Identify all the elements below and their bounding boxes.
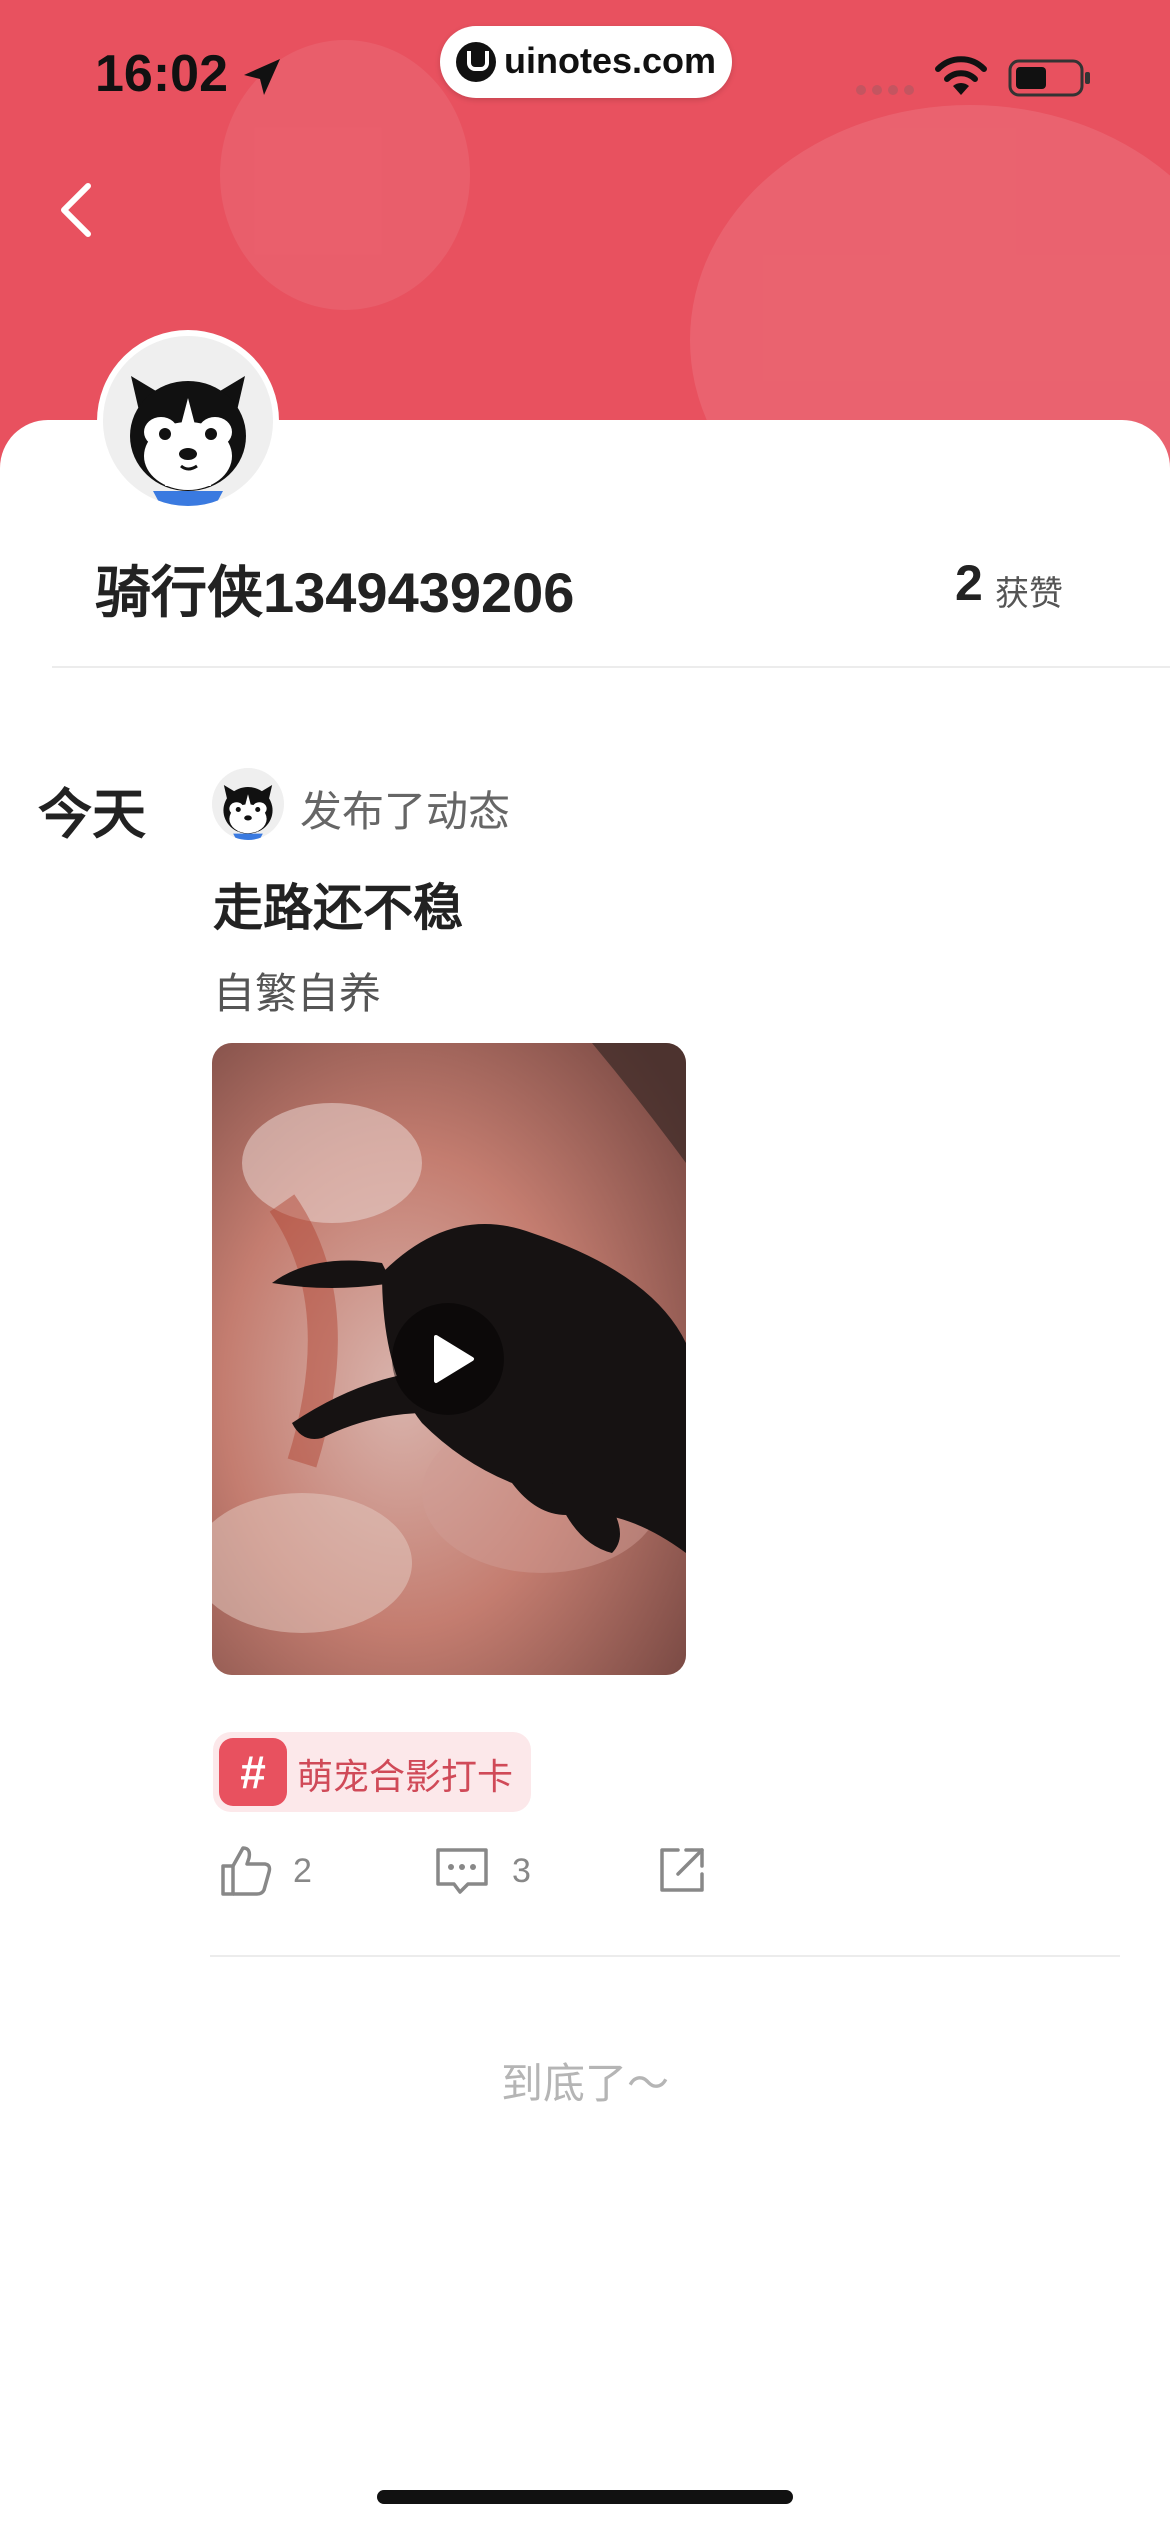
topic-tag[interactable]: # 萌宠合影打卡: [213, 1732, 531, 1812]
comment-count: 3: [512, 1852, 531, 1890]
husky-avatar-icon: [103, 336, 273, 506]
likes-count: 2: [955, 555, 983, 611]
share-icon: [660, 1848, 704, 1892]
comment-button[interactable]: 3: [432, 1840, 552, 1900]
share-button[interactable]: [652, 1840, 712, 1900]
end-of-list-text: 到底了～: [500, 2059, 669, 2108]
like-button[interactable]: 2: [215, 1840, 325, 1900]
back-chevron-icon[interactable]: [48, 170, 108, 250]
user-avatar[interactable]: [97, 330, 279, 512]
likes-label: 获赞: [995, 574, 1063, 614]
cellular-signal-icon: [856, 85, 914, 95]
battery-icon: [1008, 59, 1090, 97]
play-icon: [434, 1335, 474, 1383]
post-date: 今天: [38, 783, 146, 846]
play-button[interactable]: [392, 1303, 504, 1415]
divider: [210, 1955, 1120, 1957]
hashtag-icon: #: [219, 1738, 287, 1806]
status-bar: 16:02 uinotes.com: [0, 0, 1170, 150]
post-author-avatar[interactable]: [212, 768, 284, 840]
topic-label: 萌宠合影打卡: [297, 1757, 514, 1798]
post-title[interactable]: 走路还不稳: [213, 868, 463, 940]
username: 骑行侠1349439206: [95, 561, 575, 624]
divider: [52, 666, 1170, 668]
video-thumbnail[interactable]: [212, 1043, 686, 1675]
location-arrow-icon: [244, 59, 280, 95]
home-indicator[interactable]: [377, 2490, 793, 2504]
site-logo-icon: [456, 42, 496, 82]
url-text: uinotes.com: [504, 40, 717, 81]
thumbs-up-icon: [221, 1846, 272, 1896]
post-subtitle: 自繁自养: [213, 969, 382, 1018]
url-pill[interactable]: uinotes.com: [440, 26, 732, 98]
wifi-icon: [935, 56, 987, 95]
post-action-text: 发布了动态: [300, 787, 511, 836]
status-time: 16:02: [95, 45, 228, 103]
comment-icon: [436, 1848, 488, 1894]
like-count: 2: [293, 1852, 312, 1890]
husky-avatar-icon: [212, 768, 284, 840]
decorative-bubble: [690, 105, 1170, 470]
